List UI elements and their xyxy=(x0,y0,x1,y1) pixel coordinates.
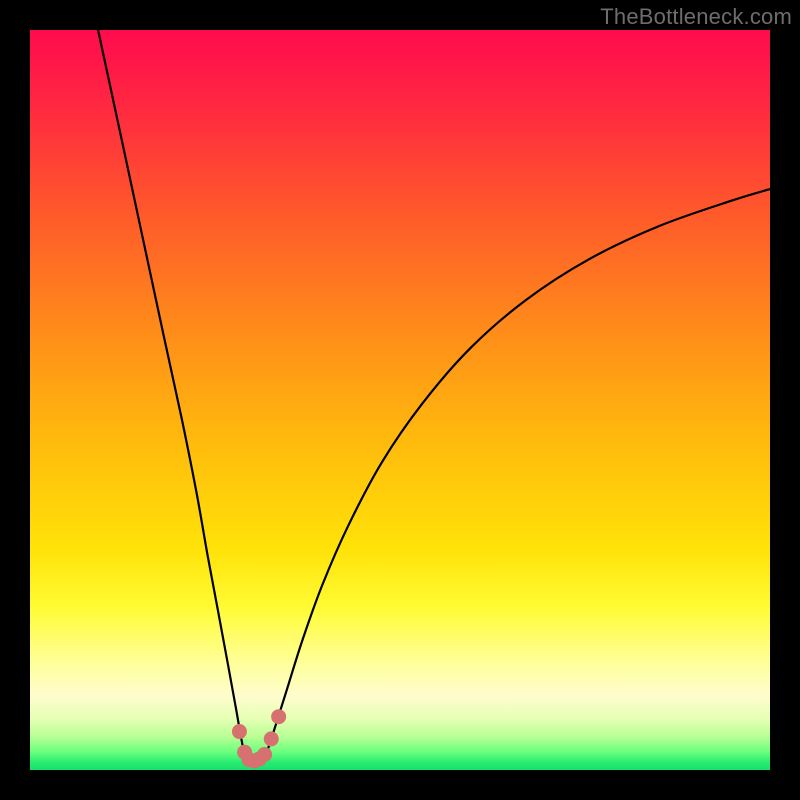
plot-area xyxy=(30,30,770,770)
curve-markers xyxy=(232,709,286,768)
curve-marker xyxy=(271,709,286,724)
curve-marker xyxy=(257,747,272,762)
curve-marker xyxy=(264,731,279,746)
chart-overlay xyxy=(30,30,770,770)
bottleneck-curve xyxy=(98,30,770,763)
curve-marker xyxy=(232,724,247,739)
chart-stage: TheBottleneck.com xyxy=(0,0,800,800)
watermark-text: TheBottleneck.com xyxy=(600,4,792,30)
